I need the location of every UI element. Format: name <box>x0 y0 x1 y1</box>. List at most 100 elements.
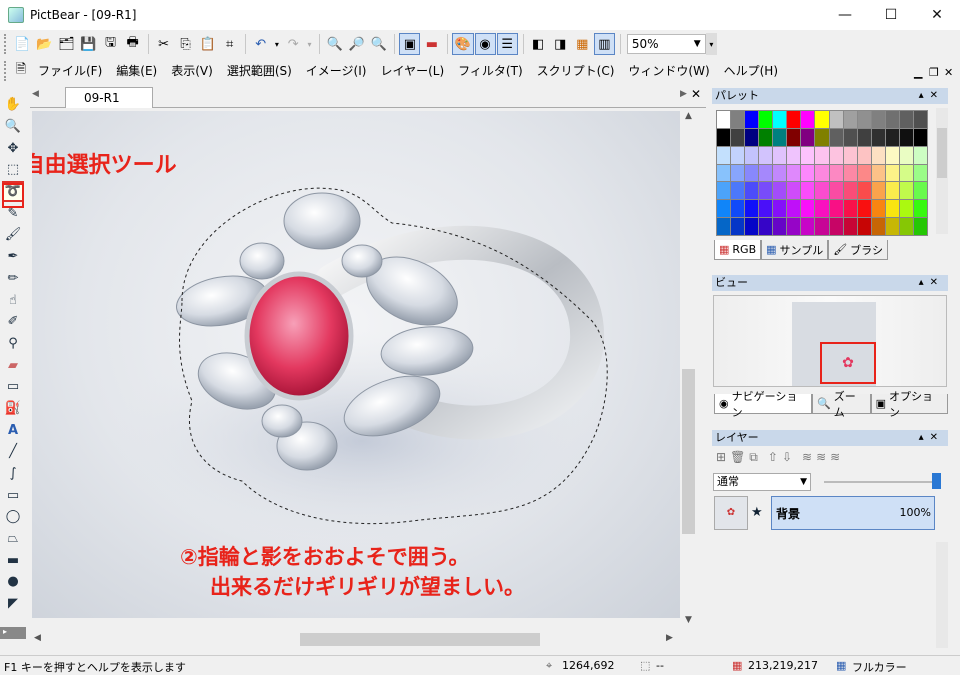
color-swatch[interactable] <box>787 128 801 146</box>
color-swatch[interactable] <box>885 128 899 146</box>
color-swatch[interactable] <box>773 218 787 235</box>
color-swatch[interactable] <box>871 182 885 200</box>
color-swatch[interactable] <box>871 200 885 218</box>
menu-file[interactable]: ファイル(F) <box>31 60 109 82</box>
color-swatch[interactable] <box>717 200 731 218</box>
minimize-button[interactable]: — <box>822 0 868 30</box>
gradient-icon[interactable]: ▭ <box>2 376 24 398</box>
eyedropper-icon[interactable]: ⚲ <box>2 333 24 355</box>
color-swatch[interactable] <box>871 218 885 235</box>
merge-down-icon[interactable]: ≋ <box>802 450 812 468</box>
palette-toggle-icon[interactable]: 🎨 <box>452 33 474 55</box>
grayscale-icon[interactable]: ◨ <box>550 33 571 55</box>
color-swatch[interactable] <box>871 128 885 146</box>
color-swatch[interactable] <box>843 182 857 200</box>
layer-scrollbar[interactable] <box>936 542 948 648</box>
color-swatch[interactable] <box>773 200 787 218</box>
menu-select[interactable]: 選択範囲(S) <box>220 60 299 82</box>
color-swatch[interactable] <box>717 182 731 200</box>
palette-scrollbar[interactable] <box>936 108 948 234</box>
color-swatch[interactable] <box>885 146 899 164</box>
zoom-select[interactable]: 50% ▼ <box>626 34 706 54</box>
color-swatch[interactable] <box>857 111 871 128</box>
color-swatch[interactable] <box>801 111 815 128</box>
opacity-slider[interactable] <box>824 481 940 483</box>
color-swatch[interactable] <box>773 111 787 128</box>
color-swatch[interactable] <box>871 146 885 164</box>
color-swatch[interactable] <box>913 218 927 235</box>
flatten-icon[interactable]: ≋ <box>830 450 840 468</box>
color-swatch[interactable] <box>745 164 759 182</box>
curve-icon[interactable]: ∫ <box>2 463 24 485</box>
new-layer-icon[interactable]: ⊞ <box>716 450 726 468</box>
color-swatch[interactable] <box>857 218 871 235</box>
color-swatch[interactable] <box>899 146 913 164</box>
zoom-tool-icon[interactable]: 🔍 <box>2 116 24 138</box>
color-swatch[interactable] <box>871 111 885 128</box>
fill-icon[interactable]: ⛽ <box>2 398 24 420</box>
color-swatch[interactable] <box>829 146 843 164</box>
text-icon[interactable]: A <box>2 419 24 441</box>
color-swatch[interactable] <box>913 164 927 182</box>
document-menu-icon[interactable]: 🗎 <box>12 60 30 82</box>
color-swatch[interactable] <box>801 218 815 235</box>
color-swatch[interactable] <box>787 200 801 218</box>
mdi-minimize-icon[interactable]: ▁ <box>914 66 922 79</box>
color-swatch[interactable] <box>829 164 843 182</box>
color-swatch[interactable] <box>885 164 899 182</box>
tab-rgb[interactable]: ▦ RGB <box>714 240 762 260</box>
color-swatch[interactable] <box>829 200 843 218</box>
color-swatch[interactable] <box>843 164 857 182</box>
color-swatch[interactable] <box>717 111 731 128</box>
paste-icon[interactable]: 📋 <box>197 33 218 55</box>
toolbar-overflow-icon[interactable]: ▾ <box>705 33 718 55</box>
color-swatch[interactable] <box>745 200 759 218</box>
color-swatch[interactable] <box>913 128 927 146</box>
scroll-right-icon[interactable]: ▶ <box>666 633 673 643</box>
zoom-fit-icon[interactable]: 🔍 <box>368 33 389 55</box>
mdi-close-icon[interactable]: ✕ <box>944 66 953 79</box>
tab-sample[interactable]: ▦ サンプル <box>761 240 829 260</box>
color-swatch[interactable] <box>759 128 773 146</box>
color-swatch[interactable] <box>731 111 745 128</box>
horizontal-scrollbar[interactable]: ◀ ▶ <box>32 631 680 648</box>
color-swatch[interactable] <box>885 218 899 235</box>
blend-mode-select[interactable]: 通常 ▼ <box>713 473 811 491</box>
menu-window[interactable]: ウィンドウ(W) <box>621 60 716 82</box>
color-swatch[interactable] <box>745 146 759 164</box>
color-swatch[interactable] <box>829 218 843 235</box>
color-swatch[interactable] <box>717 128 731 146</box>
smudge-icon[interactable]: ☝ <box>2 289 24 311</box>
color-swatch[interactable] <box>745 218 759 235</box>
polygon-icon[interactable]: ⏢ <box>2 528 24 550</box>
redo-dropdown-icon[interactable]: ▾ <box>305 33 315 55</box>
vertical-scrollbar[interactable]: ▲ ▼ <box>680 111 697 631</box>
color-swatch[interactable] <box>857 146 871 164</box>
brush-icon[interactable]: 🖌 <box>2 224 24 246</box>
color-swatch[interactable] <box>815 164 829 182</box>
color-swatch[interactable] <box>745 182 759 200</box>
zoom-out-icon[interactable]: 🔎 <box>346 33 367 55</box>
color-swatch[interactable] <box>731 128 745 146</box>
color-swatch[interactable] <box>843 128 857 146</box>
hand-icon[interactable]: ✋ <box>2 94 24 116</box>
copy-icon[interactable]: ⎘ <box>175 33 196 55</box>
toolbar-grip[interactable] <box>4 34 8 54</box>
color-swatch[interactable] <box>759 218 773 235</box>
menu-script[interactable]: スクリプト(C) <box>530 60 622 82</box>
menu-layer[interactable]: レイヤー(L) <box>373 60 451 82</box>
layer-row[interactable]: 背景 100% <box>771 496 935 530</box>
scroll-down-icon[interactable]: ▼ <box>680 615 697 625</box>
color-swatch[interactable] <box>717 164 731 182</box>
scroll-up-icon[interactable]: ▲ <box>680 111 697 121</box>
layer-up-icon[interactable]: ⇧ <box>768 450 778 468</box>
open-recent-icon[interactable]: 🗂 <box>56 33 77 55</box>
color-swatch[interactable] <box>815 218 829 235</box>
panel-buttons-icon[interactable]: ▴✕ <box>919 275 944 291</box>
histogram-icon[interactable]: ▥ <box>593 33 615 55</box>
color-swatch[interactable] <box>871 164 885 182</box>
eraser-icon[interactable]: ▰ <box>2 354 24 376</box>
menu-view[interactable]: 表示(V) <box>164 60 220 82</box>
vertical-scroll-thumb[interactable] <box>682 369 695 534</box>
redo-icon[interactable]: ↷ <box>283 33 304 55</box>
